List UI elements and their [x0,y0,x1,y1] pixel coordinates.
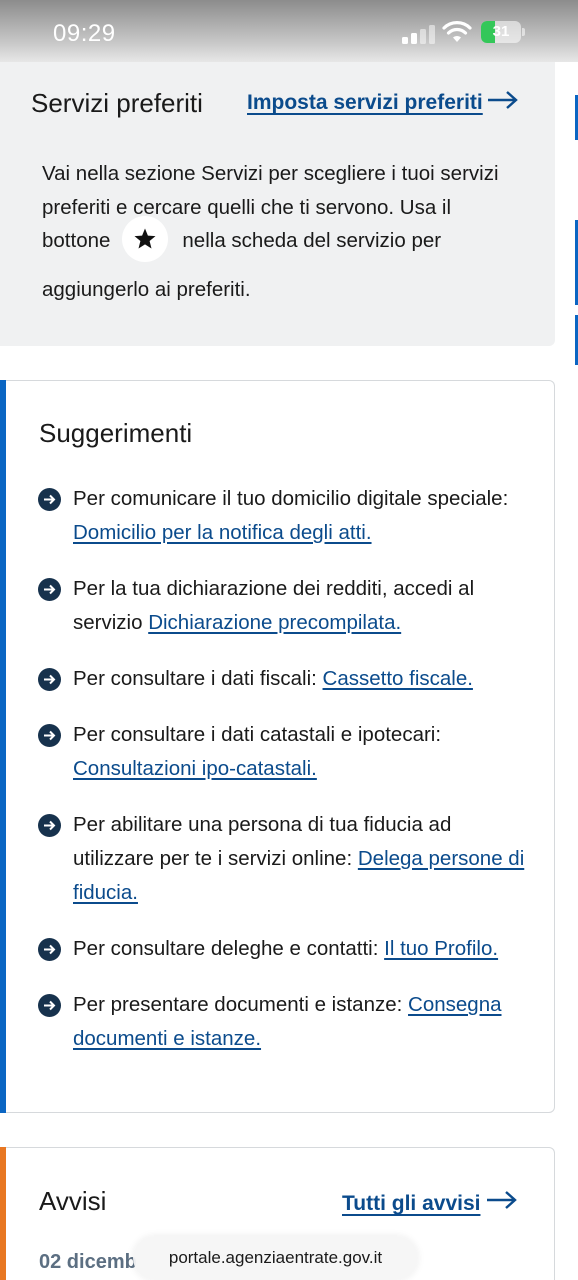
favorites-title: Servizi preferiti [31,88,203,118]
status-bar: 09:29 31 [0,0,578,62]
arrow-right-icon[interactable] [486,1190,518,1210]
suggestion-item: Per abilitare una persona di tua fiducia… [38,808,528,910]
favorites-text-line: aggiungerlo ai preferiti. [42,278,251,301]
arrow-circle-icon [38,668,61,691]
suggestion-link[interactable]: Il tuo Profilo. [384,937,498,960]
suggestion-link[interactable]: Dichiarazione precompilata. [148,611,401,634]
suggestion-link[interactable]: Domicilio per la notifica degli atti. [73,521,372,544]
suggestion-text: Per presentare documenti e istanze: [73,993,403,1016]
set-favorites-link[interactable]: Imposta servizi preferiti [247,91,483,115]
star-icon [122,215,169,262]
arrow-right-icon[interactable] [487,90,519,110]
browser-url-bar[interactable]: portale.agenziaentrate.gov.it [133,1236,418,1280]
battery-level: 31 [492,23,510,40]
suggestion-link[interactable]: Consultazioni ipo-catastali. [73,757,317,780]
battery-tip [522,28,525,36]
suggestion-link[interactable]: Cassetto fiscale. [323,667,473,690]
all-notices-link[interactable]: Tutti gli avvisi [342,1192,480,1216]
suggestion-text: Per consultare deleghe e contatti: [73,937,379,960]
suggestion-text: Per comunicare il tuo domicilio digitale… [73,487,509,510]
arrow-circle-icon [38,814,61,837]
favorites-text-line: preferiti e cercare quelli che ti servon… [42,196,452,219]
arrow-circle-icon [38,724,61,747]
favorites-description: Vai nella sezione Servizi per scegliere … [42,157,532,307]
arrow-circle-icon [38,578,61,601]
suggestion-item: Per comunicare il tuo domicilio digitale… [38,482,528,550]
suggestion-item: Per presentare documenti e istanze: Cons… [38,988,528,1056]
arrow-circle-icon [38,994,61,1017]
favorites-text-fragment: bottone [42,229,111,252]
suggestion-item: Per consultare i dati fiscali: Cassetto … [38,662,528,696]
arrow-circle-icon [38,488,61,511]
notices-accent-bar [0,1147,6,1280]
wifi-icon [442,21,472,42]
favorites-text-fragment: nella scheda del servizio per [182,229,442,252]
suggestion-item: Per consultare deleghe e contatti: Il tu… [38,932,528,966]
suggestion-item: Per consultare i dati catastali e ipotec… [38,718,528,786]
notices-title: Avvisi [39,1186,107,1216]
notice-date: 02 dicemb [39,1251,137,1273]
favorites-text-line: Vai nella sezione Servizi per scegliere … [42,162,499,185]
suggestions-list: Per comunicare il tuo domicilio digitale… [38,482,528,1056]
arrow-circle-icon [38,938,61,961]
suggestion-text: Per consultare i dati catastali e ipotec… [73,723,442,746]
suggestions-accent-bar [0,380,6,1113]
battery-icon: 31 [481,21,521,43]
status-time: 09:29 [53,20,116,47]
suggestion-item: Per la tua dichiarazione dei redditi, ac… [38,572,528,640]
suggestions-title: Suggerimenti [39,418,193,448]
cellular-signal-icon [402,24,436,44]
suggestion-text: Per consultare i dati fiscali: [73,667,317,690]
